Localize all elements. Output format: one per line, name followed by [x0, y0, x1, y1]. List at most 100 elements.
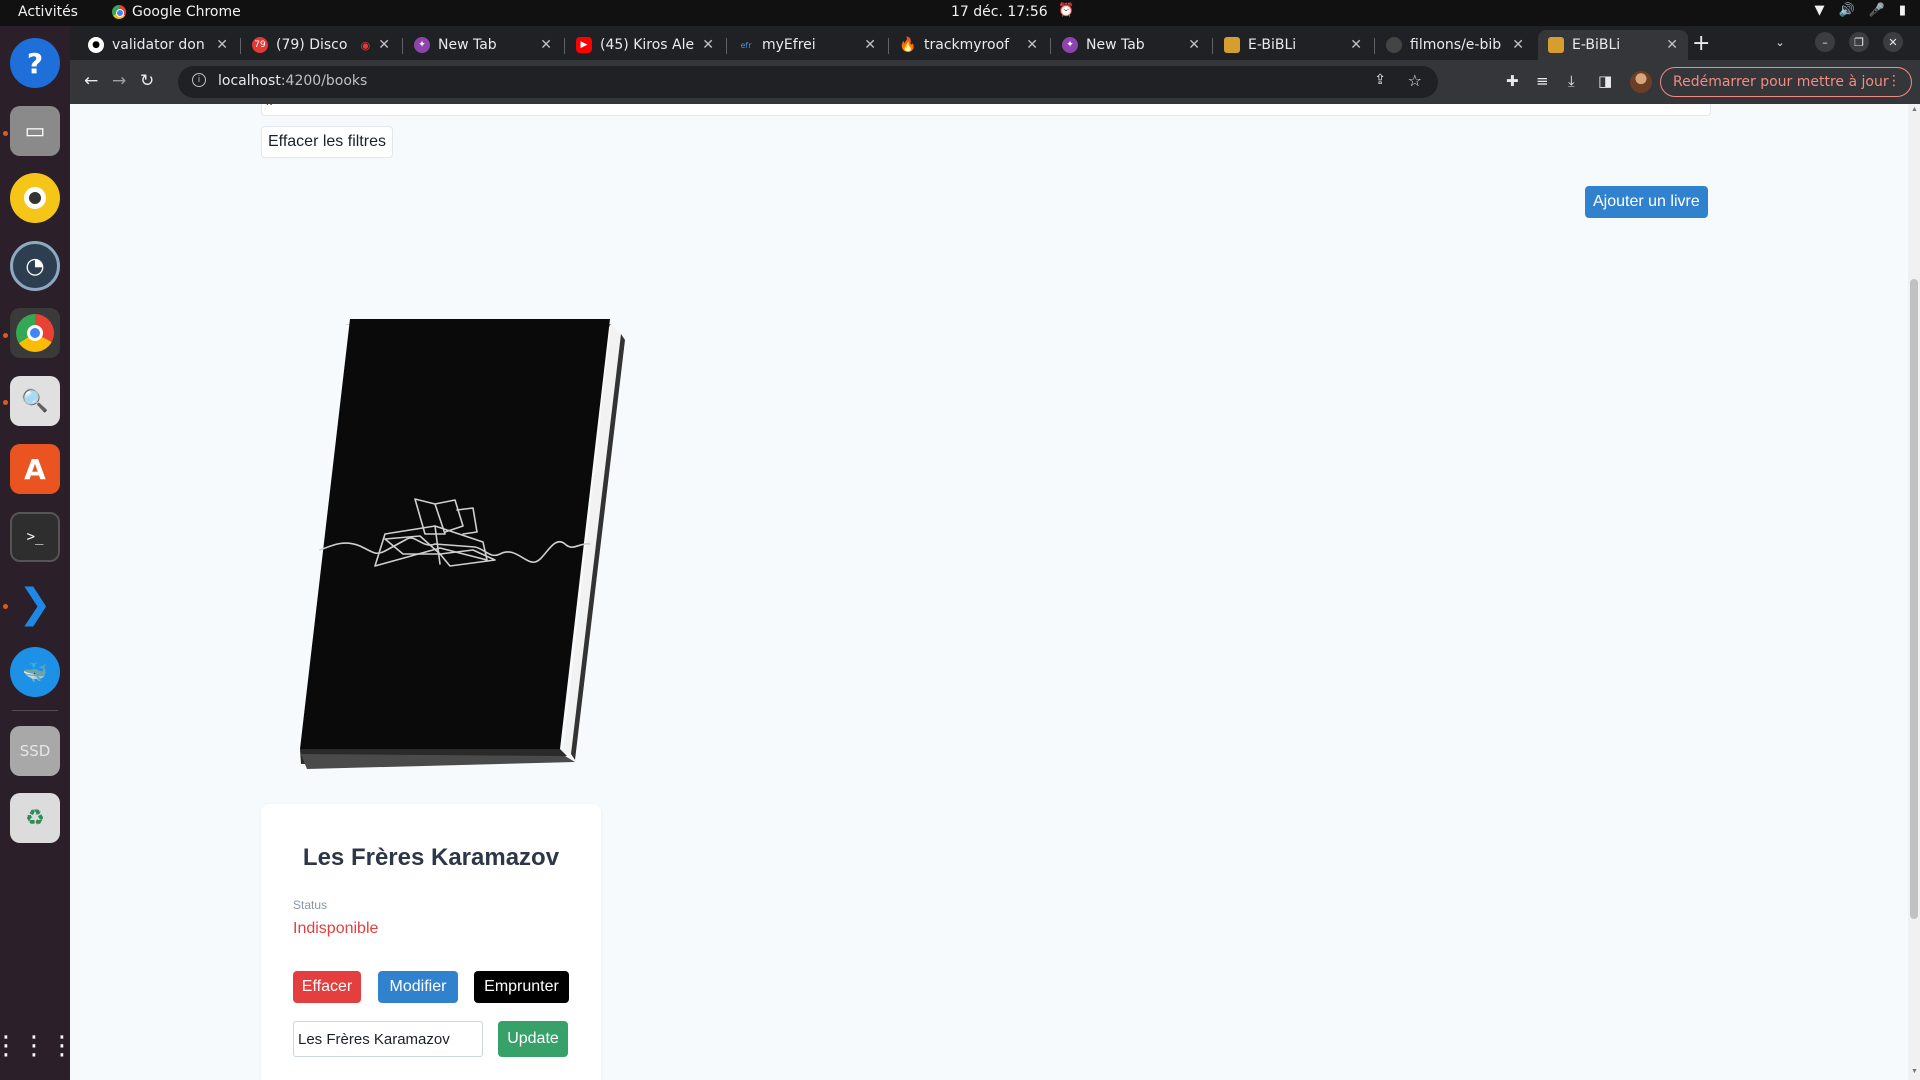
bookmark-star-icon[interactable]: ☆ — [1408, 71, 1422, 90]
search-input[interactable]: k — [261, 104, 1711, 116]
running-indicator — [3, 333, 8, 338]
chrome-icon — [112, 5, 126, 19]
microphone-icon: 🎤 — [1868, 3, 1885, 18]
tab-title: New Tab — [438, 37, 497, 53]
profile-avatar[interactable] — [1630, 71, 1652, 93]
search-tool-icon[interactable]: 🔍 — [10, 376, 60, 426]
back-icon[interactable]: ← — [84, 71, 98, 91]
trash-icon[interactable]: ♻ — [10, 793, 60, 843]
close-icon[interactable]: ✕ — [1350, 37, 1362, 53]
download-icon[interactable]: ⤓ — [1568, 72, 1575, 90]
close-icon[interactable]: ✕ — [1666, 37, 1678, 53]
new-tab-icon: ✦ — [1062, 37, 1078, 53]
close-icon[interactable]: ✕ — [1512, 37, 1524, 53]
tab[interactable]: E-BiBLi ✕ — [1214, 30, 1372, 60]
terminal-icon[interactable]: >_ — [10, 512, 60, 562]
system-tray[interactable]: ▼ 🔊 🎤 ▮ — [1814, 3, 1906, 18]
tab-strip: ● validator don ✕ 79 (79) Disco ◉ ✕ ✦ Ne… — [70, 26, 1920, 60]
book-icon — [1548, 37, 1564, 53]
volume-icon: 🔊 — [1838, 3, 1855, 18]
tab-separator — [726, 38, 727, 54]
tab-separator — [1374, 38, 1375, 54]
tab[interactable]: ✦ New Tab ✕ — [1052, 30, 1210, 60]
scroll-up-icon[interactable]: ▲ — [1911, 106, 1918, 113]
close-window-icon[interactable]: ✕ — [1883, 32, 1903, 52]
close-icon[interactable]: ✕ — [378, 37, 390, 53]
book-card: Les Frères Karamazov Status Indisponible… — [261, 804, 601, 1080]
extensions-icon[interactable]: ✚ — [1506, 72, 1519, 90]
site-info-icon[interactable]: i — [192, 73, 206, 87]
media-control-icon[interactable]: ≡ — [1536, 72, 1549, 90]
ssd-drive-icon[interactable]: SSD — [10, 726, 60, 776]
forward-icon[interactable]: → — [112, 71, 126, 91]
tab-separator — [1050, 38, 1051, 54]
files-icon[interactable]: ▭ — [10, 106, 60, 156]
tab[interactable]: 🔥 trackmyroof ✕ — [890, 30, 1048, 60]
edit-button[interactable]: Modifier — [378, 971, 458, 1003]
app-name: Google Chrome — [132, 4, 241, 20]
tab-title: E-BiBLi — [1248, 37, 1297, 53]
restart-to-update-button[interactable]: Redémarrer pour mettre à jour ⋮ — [1660, 67, 1912, 97]
tab-title: New Tab — [1086, 37, 1145, 53]
new-tab-icon: ✦ — [414, 37, 430, 53]
address-bar[interactable]: i localhost:4200/books ⇪ ☆ — [178, 66, 1438, 98]
tab[interactable]: ✦ New Tab ✕ — [404, 30, 562, 60]
system-top-bar: Activités Google Chrome 17 déc. 17:56 ⏰ … — [0, 0, 1920, 26]
side-panel-icon[interactable]: ◨ — [1598, 72, 1612, 90]
borrow-button[interactable]: Emprunter — [474, 971, 569, 1003]
vscode-icon[interactable]: ❯ — [10, 579, 60, 629]
stacer-icon[interactable]: ◔ — [10, 241, 60, 291]
app-menu[interactable]: Google Chrome — [112, 4, 241, 20]
reload-icon[interactable]: ↻ — [140, 71, 154, 91]
running-indicator — [3, 131, 8, 136]
add-book-button[interactable]: Ajouter un livre — [1585, 186, 1708, 218]
software-store-icon[interactable]: A — [10, 444, 60, 494]
scroll-down-icon[interactable]: ▼ — [1911, 1068, 1918, 1075]
tab-title: (45) Kiros Ale — [600, 37, 695, 53]
tab[interactable]: ● validator don ✕ — [78, 30, 238, 60]
kebab-menu-icon[interactable]: ⋮ — [1887, 73, 1901, 89]
show-apps-icon[interactable]: ⋮⋮⋮ — [0, 1021, 75, 1071]
tab-separator — [240, 38, 241, 54]
tab[interactable]: efr myEfrei ✕ — [728, 30, 886, 60]
battery-icon: ▮ — [1898, 3, 1906, 18]
clear-filters-button[interactable]: Effacer les filtres — [261, 126, 393, 158]
status-value: Indisponible — [293, 920, 379, 937]
rhythmbox-icon[interactable] — [10, 173, 60, 223]
docker-icon[interactable]: 🐳 — [10, 647, 60, 697]
github-icon: ● — [88, 37, 104, 53]
clock[interactable]: 17 déc. 17:56 — [951, 4, 1048, 20]
tab-search-icon[interactable]: ⌄ — [1770, 32, 1790, 52]
close-icon[interactable]: ✕ — [702, 37, 714, 53]
help-icon[interactable]: ? — [10, 38, 60, 88]
close-icon[interactable]: ✕ — [864, 37, 876, 53]
share-icon[interactable]: ⇪ — [1374, 72, 1386, 88]
tab-title: myEfrei — [762, 37, 816, 53]
scrollbar-thumb[interactable] — [1910, 279, 1918, 919]
close-icon[interactable]: ✕ — [1026, 37, 1038, 53]
new-tab-button[interactable]: + — [1692, 31, 1710, 56]
minimize-icon[interactable]: – — [1815, 32, 1835, 52]
update-button[interactable]: Update — [498, 1021, 568, 1057]
tab[interactable]: ▶ (45) Kiros Ale ✕ — [566, 30, 724, 60]
tab-active[interactable]: E-BiBLi ✕ — [1538, 30, 1688, 60]
page-scrollbar[interactable]: ▲ ▼ — [1908, 104, 1920, 1080]
chrome-dock-icon[interactable] — [10, 308, 60, 358]
restore-icon[interactable]: ❐ — [1849, 32, 1869, 52]
tab[interactable]: filmons/e-bib ✕ — [1376, 30, 1534, 60]
tab-separator — [402, 38, 403, 54]
close-icon[interactable]: ✕ — [1188, 37, 1200, 53]
status-label: Status — [293, 898, 328, 912]
url-text: localhost:4200/books — [218, 73, 368, 89]
book-icon — [1224, 37, 1240, 53]
tab-title: validator don — [112, 37, 205, 53]
close-icon[interactable]: ✕ — [540, 37, 552, 53]
title-edit-input[interactable] — [293, 1021, 483, 1057]
close-icon[interactable]: ✕ — [216, 37, 228, 53]
search-input-value: k — [266, 104, 272, 108]
running-indicator — [3, 604, 8, 609]
delete-button[interactable]: Effacer — [293, 971, 361, 1003]
activities-button[interactable]: Activités — [18, 4, 78, 20]
tab[interactable]: 79 (79) Disco ◉ ✕ — [242, 30, 400, 60]
update-label: Redémarrer pour mettre à jour — [1673, 74, 1889, 90]
